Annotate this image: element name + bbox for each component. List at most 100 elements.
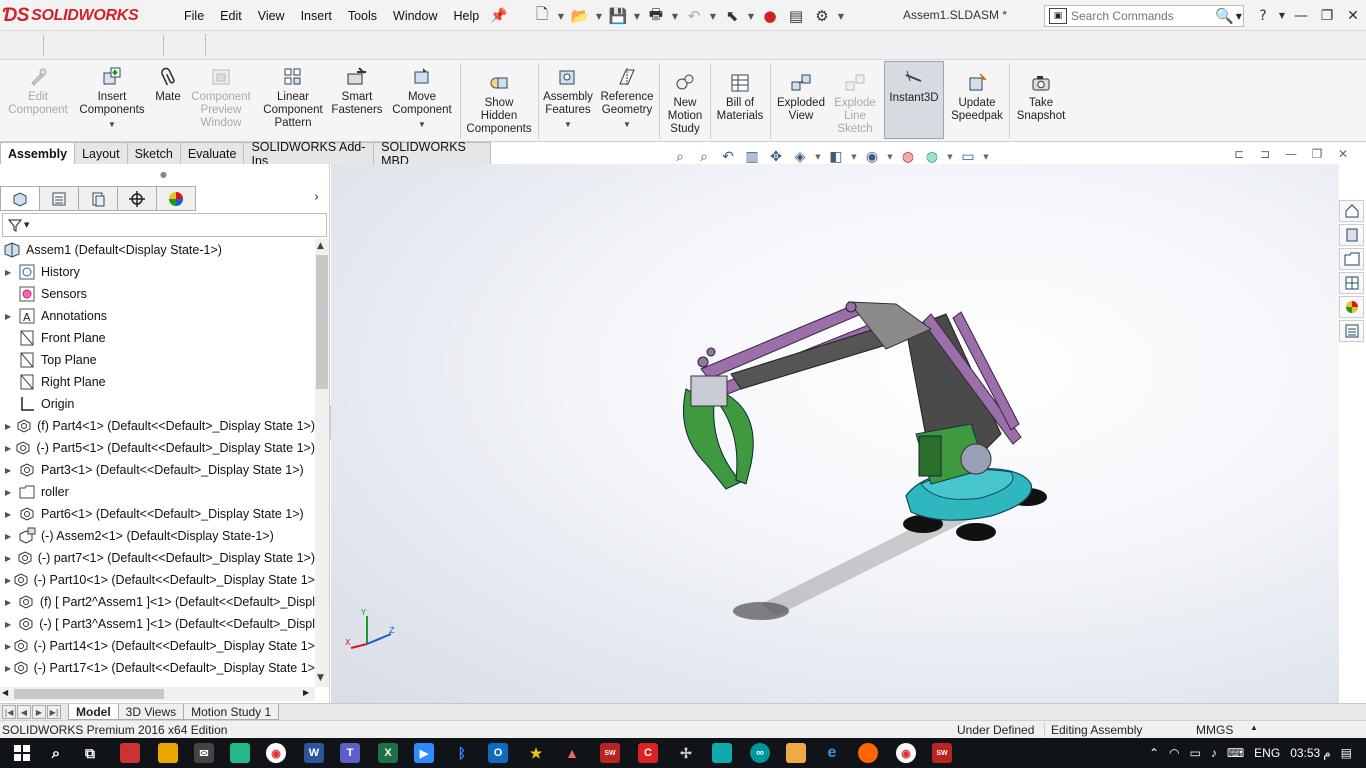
edit-component-button[interactable]: Edit Component: [6, 66, 70, 117]
mail-icon[interactable]: ✉: [194, 743, 214, 763]
solidworks-2016-icon[interactable]: SW: [600, 743, 620, 763]
next-tab-icon[interactable]: ▶: [32, 705, 46, 719]
zoom-to-area-icon[interactable]: ⌕: [694, 149, 714, 165]
select-cursor-icon[interactable]: ⬉: [720, 5, 744, 27]
restore-icon[interactable]: ❐: [1308, 147, 1326, 161]
chevron-down-icon[interactable]: ▼: [632, 5, 642, 27]
design-library-icon[interactable]: [1339, 224, 1364, 246]
file-properties-icon[interactable]: ▤: [784, 5, 808, 27]
keyboard-icon[interactable]: ⌨: [1227, 746, 1244, 760]
expand-arrow-icon[interactable]: ▶: [5, 532, 17, 541]
tree-item-origin[interactable]: Origin: [0, 393, 315, 415]
file-explorer-icon[interactable]: [158, 743, 178, 763]
wifi-icon[interactable]: ◠: [1169, 746, 1179, 760]
instant3d-button[interactable]: Instant3D: [884, 61, 944, 139]
smart-fasteners-button[interactable]: Smart Fasteners: [330, 66, 384, 117]
file-explorer-icon[interactable]: [1339, 248, 1364, 270]
chevron-down-icon[interactable]: ▼: [556, 5, 566, 27]
open-folder-icon[interactable]: 📂: [568, 5, 592, 27]
graphics-area[interactable]: Y X Z: [331, 164, 1339, 704]
expand-arrow-icon[interactable]: ▶: [5, 268, 17, 277]
pin-icon[interactable]: 📌: [490, 8, 507, 24]
expand-arrow-icon[interactable]: ▶: [5, 444, 14, 453]
first-tab-icon[interactable]: |◀: [2, 705, 16, 719]
traffic-light-icon[interactable]: ●: [758, 5, 782, 27]
tree-item-history[interactable]: ▶ History: [0, 261, 315, 283]
tree-item-part17[interactable]: ▶ (-) Part17<1> (Default<<Default>_Displa…: [0, 657, 315, 679]
chevron-down-icon[interactable]: ▼: [850, 153, 858, 161]
previous-viewport-icon[interactable]: ⊏: [1230, 147, 1248, 161]
panel-grip-icon[interactable]: ●: [160, 170, 167, 179]
photos-icon[interactable]: [230, 743, 250, 763]
units-selector[interactable]: MMGS: [1196, 723, 1233, 737]
tab-sketch[interactable]: Sketch: [126, 142, 181, 164]
tree-item-front-plane[interactable]: Front Plane: [0, 327, 315, 349]
tree-vertical-scrollbar[interactable]: ▲ ▼: [315, 239, 329, 687]
outlook-icon[interactable]: O: [488, 743, 508, 763]
tree-item-roller-folder[interactable]: ▶ roller: [0, 481, 315, 503]
excel-icon[interactable]: X: [378, 743, 398, 763]
menu-window[interactable]: Window: [385, 9, 445, 23]
clock[interactable]: 03:53: [1290, 746, 1320, 760]
tree-horizontal-scrollbar[interactable]: ◀ ▶: [0, 687, 315, 701]
print-icon[interactable]: 🖶: [644, 5, 668, 27]
zoom-icon[interactable]: ▶: [414, 743, 434, 763]
search-input[interactable]: [1071, 9, 1211, 23]
dynamic-annotation-icon[interactable]: ✥: [766, 149, 786, 165]
scroll-right-icon[interactable]: ▶: [303, 688, 309, 697]
minimize-icon[interactable]: —: [1288, 8, 1314, 24]
tree-filter[interactable]: ▼: [2, 213, 327, 237]
chevron-down-icon[interactable]: ▼: [24, 221, 29, 229]
chrome-icon[interactable]: ◉: [896, 743, 916, 763]
zoom-to-fit-icon[interactable]: ⌕: [670, 149, 690, 165]
display-manager-tab[interactable]: [156, 186, 196, 211]
options-gear-icon[interactable]: ⚙: [810, 5, 834, 27]
bill-of-materials-button[interactable]: Bill of Materials: [714, 72, 766, 123]
tab-solidworks-mbd[interactable]: SOLIDWORKS MBD: [373, 140, 491, 168]
chevron-down-icon[interactable]: ▼: [946, 153, 954, 161]
expand-arrow-icon[interactable]: ▶: [5, 576, 12, 585]
update-speedpak-button[interactable]: Update Speedpak: [948, 72, 1006, 123]
chevron-down-icon[interactable]: ▼: [708, 5, 718, 27]
robot-arm-model[interactable]: [331, 164, 1339, 704]
take-snapshot-button[interactable]: Take Snapshot: [1012, 72, 1070, 123]
expand-arrow-icon[interactable]: ▶: [5, 312, 17, 321]
chevron-up-icon[interactable]: ▲: [1250, 723, 1258, 732]
view-settings-icon[interactable]: ▭: [958, 149, 978, 165]
tree-item-part7[interactable]: ▶ (-) part7<1> (Default<<Default>_Display…: [0, 547, 315, 569]
task-view-icon[interactable]: ⧉: [80, 743, 100, 763]
chevron-down-icon[interactable]: ▼: [1276, 11, 1288, 20]
chevron-right-icon[interactable]: ›: [314, 190, 319, 205]
app-icon[interactable]: [120, 743, 140, 763]
app-icon[interactable]: [712, 743, 732, 763]
chevron-down-icon[interactable]: ▼: [418, 118, 426, 131]
solidworks-logo[interactable]: ƊS SOLIDWORKS: [2, 2, 154, 29]
undo-icon[interactable]: ↶: [682, 5, 706, 27]
search-icon[interactable]: ⌕: [46, 743, 66, 763]
tree-item-part14[interactable]: ▶ (-) Part14<1> (Default<<Default>_Displa…: [0, 635, 315, 657]
scroll-up-icon[interactable]: ▲: [317, 241, 324, 251]
volume-icon[interactable]: ♪: [1211, 746, 1217, 760]
menu-view[interactable]: View: [250, 9, 293, 23]
tree-item-assem2[interactable]: ▶ (-) Assem2<1> (Default<Display State-1>…: [0, 525, 315, 547]
chevron-up-icon[interactable]: ⌃: [1149, 746, 1159, 760]
chevron-down-icon[interactable]: ▼: [594, 5, 604, 27]
chevron-down-icon[interactable]: ▼: [108, 118, 116, 131]
exploded-view-button[interactable]: Exploded View: [774, 72, 828, 123]
new-document-icon[interactable]: 🗋: [530, 5, 554, 27]
chevron-down-icon[interactable]: ▼: [814, 153, 822, 161]
scroll-down-icon[interactable]: ▼: [317, 673, 324, 683]
tree-item-annotations[interactable]: ▶ A Annotations: [0, 305, 315, 327]
menu-edit[interactable]: Edit: [212, 9, 250, 23]
linear-component-pattern-button[interactable]: Linear Component Pattern: [260, 66, 326, 130]
view-orientation-icon[interactable]: ◈: [790, 149, 810, 165]
scroll-thumb[interactable]: [316, 255, 328, 389]
battery-icon[interactable]: ▭: [1190, 746, 1201, 760]
app-c-icon[interactable]: C: [638, 743, 658, 763]
expand-arrow-icon[interactable]: ▶: [5, 620, 16, 629]
matlab-icon[interactable]: ▲: [562, 743, 582, 763]
tree-item-part2-virtual[interactable]: ▶ (f) [ Part2^Assem1 ]<1> (Default<<Defau…: [0, 591, 315, 613]
search-commands-icon[interactable]: ▣: [1049, 8, 1067, 24]
menu-tools[interactable]: Tools: [340, 9, 385, 23]
tab-assembly[interactable]: Assembly: [0, 142, 76, 164]
